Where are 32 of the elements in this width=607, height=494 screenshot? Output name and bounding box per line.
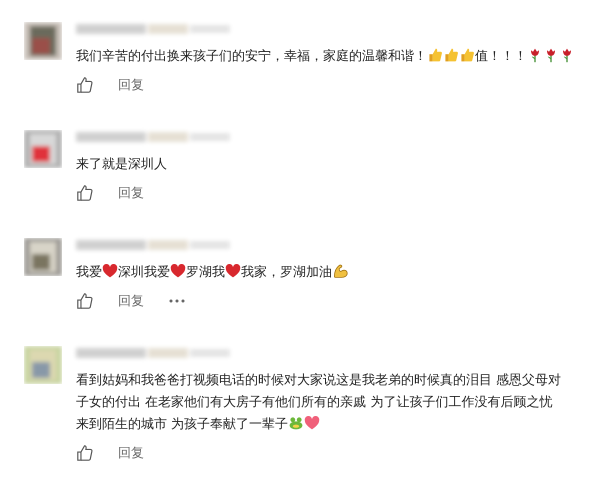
more-icon[interactable] — [168, 298, 186, 304]
reply-button[interactable]: 回复 — [118, 292, 144, 310]
thumbs-up-icon[interactable] — [76, 184, 94, 202]
comment-text: 深圳我爱 — [118, 264, 170, 282]
heart-icon — [225, 263, 241, 279]
comment-text: 我爱 — [76, 264, 102, 282]
thumbs-up-emoji-icon — [459, 47, 475, 63]
comment-text: 罗湖我 — [186, 264, 225, 282]
avatar — [24, 346, 62, 384]
thumbs-up-emoji-icon — [443, 47, 459, 63]
avatar — [24, 238, 62, 276]
comment-text: 我家，罗湖加油 — [241, 264, 332, 282]
thumbs-up-icon[interactable] — [76, 292, 94, 310]
comment-text: 子女的付出 在老家他们有大房子有他们所有的亲戚 为了让孩子们工作没有后顾之忧 — [76, 394, 552, 412]
comment-text: 来到陌生的城市 为孩子奉献了一辈子 — [76, 416, 288, 434]
avatar — [24, 22, 62, 60]
thumbs-up-icon[interactable] — [76, 76, 94, 94]
reply-button[interactable]: 回复 — [118, 76, 144, 94]
comment-text: 来了就是深圳人 — [76, 156, 167, 174]
flexed-arm-icon — [332, 263, 348, 279]
comment-text: 我们辛苦的付出换来孩子们的安宁，幸福，家庭的温馨和谐！ — [76, 48, 427, 66]
frog-icon — [288, 415, 304, 431]
heart-icon — [304, 415, 320, 431]
reply-button[interactable]: 回复 — [118, 444, 144, 462]
heart-icon — [170, 263, 186, 279]
comment-text: 值！！！ — [475, 48, 527, 66]
thumbs-up-emoji-icon — [427, 47, 443, 63]
avatar — [24, 130, 62, 168]
thumbs-up-icon[interactable] — [76, 444, 94, 462]
reply-button[interactable]: 回复 — [118, 184, 144, 202]
heart-icon — [102, 263, 118, 279]
comment-text: 看到姑妈和我爸爸打视频电话的时候对大家说这是我老弟的时候真的泪目 感恩父母对 — [76, 372, 562, 390]
